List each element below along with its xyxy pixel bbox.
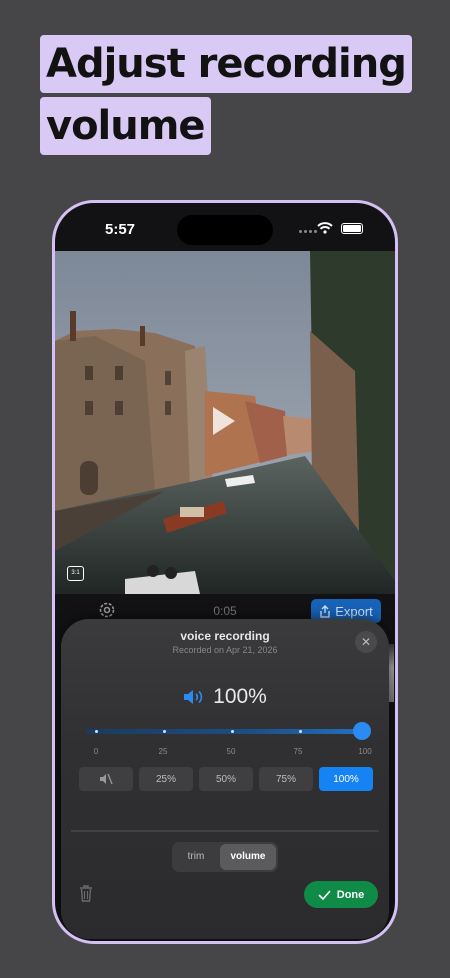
speaker-icon [184, 690, 203, 704]
aspect-ratio-badge[interactable]: 3:1 [67, 566, 84, 581]
slider-thumb[interactable] [353, 722, 371, 740]
mute-icon [100, 773, 113, 785]
phone-frame: 5:57 3:1 0:05 Export voice recording Rec… [52, 200, 398, 944]
slider-dot-50 [231, 730, 234, 733]
done-label: Done [336, 888, 365, 901]
tick-label: 50 [226, 747, 236, 756]
tick-label: 0 [93, 747, 99, 756]
status-time: 5:57 [105, 221, 136, 238]
sheet-subtitle: Recorded on Apr 21, 2026 [172, 645, 278, 655]
video-preview[interactable]: 3:1 [55, 251, 395, 594]
tick-label: 25 [158, 747, 168, 756]
headline-line-1: Adjust recording [40, 35, 412, 93]
volume-presets: 25% 50% 75% 100% [79, 767, 373, 791]
headline-line-2: volume [40, 97, 211, 155]
dynamic-island [177, 215, 273, 245]
signal-icon [299, 230, 317, 233]
slider-dot-25 [163, 730, 166, 733]
checkmark-icon [318, 889, 331, 900]
slider-dot-75 [299, 730, 302, 733]
done-button[interactable]: Done [304, 881, 378, 908]
wifi-icon [317, 222, 333, 234]
volume-readout: 100% [61, 685, 389, 709]
share-icon [320, 604, 330, 618]
preset-mute-button[interactable] [79, 767, 133, 791]
trash-icon[interactable] [79, 885, 93, 902]
tab-trim[interactable]: trim [174, 844, 218, 870]
volume-sheet: voice recording Recorded on Apr 21, 2026… [61, 619, 389, 939]
preset-25-button[interactable]: 25% [139, 767, 193, 791]
tick-label: 75 [293, 747, 303, 756]
mode-segmented-control: trim volume [172, 842, 278, 872]
tab-volume[interactable]: volume [220, 844, 276, 870]
preset-75-button[interactable]: 75% [259, 767, 313, 791]
volume-slider[interactable] [86, 722, 371, 740]
status-bar: 5:57 [55, 203, 395, 253]
close-icon: ✕ [360, 635, 372, 649]
battery-icon [341, 223, 363, 234]
preset-100-button[interactable]: 100% [319, 767, 373, 791]
slider-track [86, 729, 362, 734]
preset-50-button[interactable]: 50% [199, 767, 253, 791]
divider [71, 830, 379, 832]
slider-dot-0 [95, 730, 98, 733]
volume-percent: 100% [213, 685, 267, 708]
slider-tick-labels: 0 25 50 75 100 [86, 747, 372, 759]
tick-label: 100 [358, 747, 372, 756]
close-button[interactable]: ✕ [355, 631, 377, 653]
export-label: Export [335, 603, 373, 619]
sheet-title: voice recording [180, 629, 270, 643]
play-icon[interactable] [213, 407, 235, 435]
